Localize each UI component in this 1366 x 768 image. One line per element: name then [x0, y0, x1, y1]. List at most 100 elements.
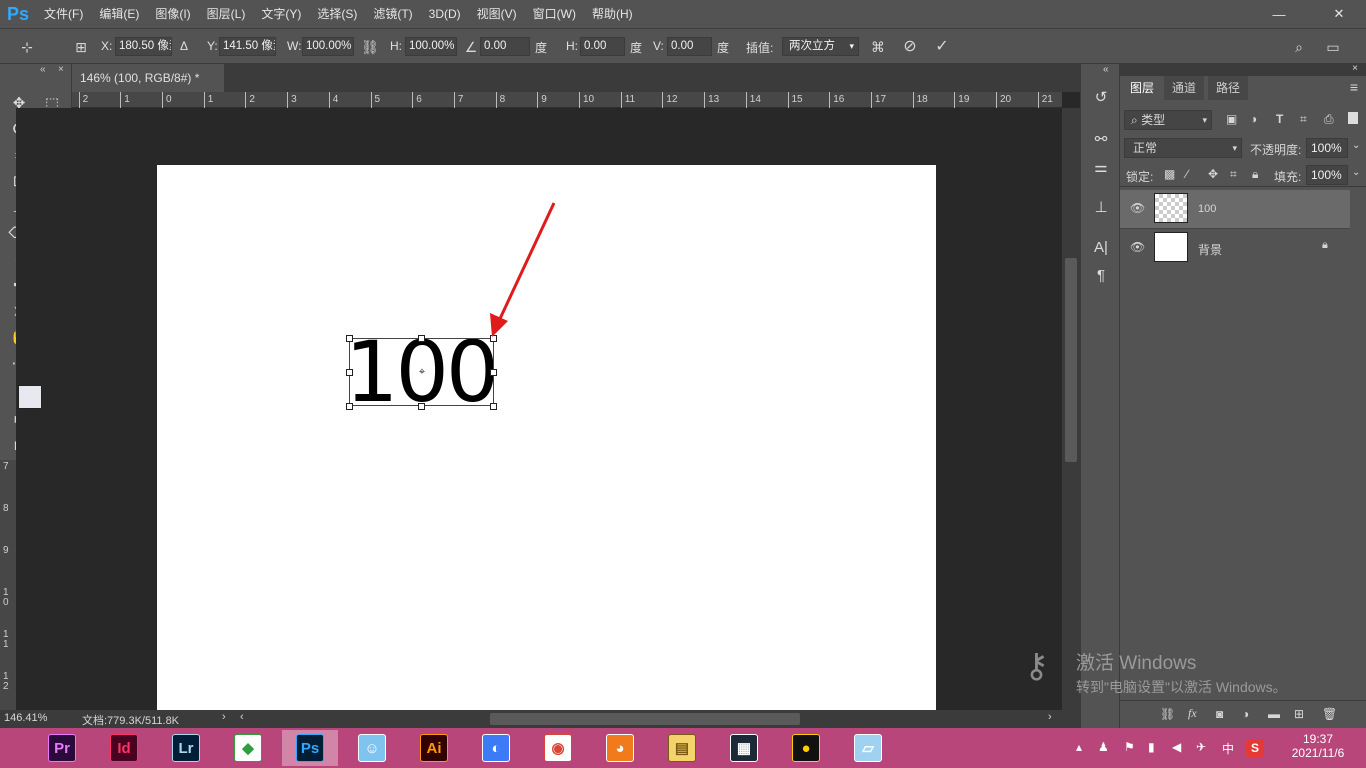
- tab-layers[interactable]: 图层: [1122, 76, 1163, 100]
- qq-tray-icon[interactable]: ♟: [1098, 740, 1109, 754]
- angle-field[interactable]: 0.00: [480, 37, 530, 56]
- taskbar-app-1[interactable]: Id: [96, 730, 152, 766]
- minimize-button[interactable]: —: [1256, 0, 1302, 28]
- battery-tray-icon[interactable]: ▮: [1148, 740, 1155, 754]
- taskbar-app-10[interactable]: ▤: [654, 730, 710, 766]
- menu-image[interactable]: 图像(I): [147, 0, 198, 28]
- menu-3d[interactable]: 3D(D): [421, 0, 469, 28]
- flag-tray-icon[interactable]: ⚑: [1124, 740, 1135, 754]
- filter-pixel-icon[interactable]: ▣: [1226, 112, 1237, 126]
- taskbar-app-12[interactable]: ●: [778, 730, 834, 766]
- collapse-dock-icon[interactable]: «: [1103, 64, 1109, 75]
- fill-field[interactable]: 100%: [1306, 165, 1348, 185]
- transform-handle[interactable]: [346, 403, 353, 410]
- chevron-right-icon[interactable]: ›: [222, 711, 226, 723]
- lock-all-icon[interactable]: 🔒︎: [1252, 167, 1258, 182]
- commit-transform-icon[interactable]: ✓: [933, 38, 951, 56]
- reference-point-icon[interactable]: ⊞: [72, 38, 90, 56]
- menu-help[interactable]: 帮助(H): [584, 0, 641, 28]
- taskbar-app-8[interactable]: ◉: [530, 730, 586, 766]
- trash-icon[interactable]: 🗑︎: [1322, 707, 1337, 721]
- eye-icon[interactable]: 👁︎: [1130, 201, 1145, 215]
- taskbar-app-9[interactable]: ◕: [592, 730, 648, 766]
- close-button[interactable]: ✕: [1316, 0, 1362, 28]
- tab-channels[interactable]: 通道: [1164, 76, 1205, 100]
- sogou-ime-icon[interactable]: S: [1246, 739, 1264, 757]
- filter-toggle-icon[interactable]: [1348, 112, 1358, 124]
- menu-filter[interactable]: 滤镜(T): [365, 0, 420, 28]
- reference-point-icon[interactable]: ⌖: [416, 366, 428, 378]
- menu-select[interactable]: 选择(S): [309, 0, 365, 28]
- cancel-transform-icon[interactable]: ⊘: [901, 38, 919, 56]
- new-layer-icon[interactable]: ⊞: [1294, 707, 1304, 721]
- brush-panel-icon[interactable]: ⚯: [1088, 128, 1114, 152]
- filter-smart-icon[interactable]: ⎙: [1324, 112, 1334, 127]
- chevron-down-icon[interactable]: ⌄: [1352, 140, 1360, 151]
- collapse-icon[interactable]: «: [40, 64, 46, 75]
- character-panel-icon[interactable]: A|: [1088, 236, 1114, 260]
- link-icon[interactable]: ⛓: [361, 38, 379, 56]
- menu-type[interactable]: 文字(Y): [253, 0, 309, 28]
- layer-row-100[interactable]: 👁︎ 100: [1120, 190, 1350, 228]
- fx-icon[interactable]: fx: [1188, 706, 1197, 721]
- opacity-field[interactable]: 100%: [1306, 138, 1348, 158]
- lock-position-icon[interactable]: ✥: [1208, 167, 1218, 181]
- hskew-field[interactable]: 0.00: [580, 37, 625, 56]
- menu-layer[interactable]: 图层(L): [199, 0, 254, 28]
- relative-position-icon[interactable]: Δ: [180, 39, 188, 53]
- transform-handle[interactable]: [346, 335, 353, 342]
- layer-filter-select[interactable]: ⌕ 类型 ▾: [1124, 110, 1212, 130]
- eye-icon[interactable]: 👁︎: [1130, 240, 1145, 254]
- menu-file[interactable]: 文件(F): [36, 0, 91, 28]
- clone-source-panel-icon[interactable]: ⊥: [1088, 196, 1114, 220]
- transform-tool-icon[interactable]: ⊹: [18, 38, 36, 56]
- transform-handle[interactable]: [418, 335, 425, 342]
- taskbar-app-6[interactable]: Ai: [406, 730, 462, 766]
- add-mask-icon[interactable]: ◙: [1216, 707, 1223, 721]
- taskbar-app-2[interactable]: Lr: [158, 730, 214, 766]
- transform-handle[interactable]: [490, 369, 497, 376]
- interpolation-select[interactable]: 两次立方 ▾: [782, 37, 859, 56]
- layer-name[interactable]: 100: [1198, 203, 1216, 215]
- volume-tray-icon[interactable]: ◀︎: [1172, 740, 1181, 754]
- taskbar-app-4[interactable]: Ps: [282, 730, 338, 766]
- workspace-icon[interactable]: ▭: [1324, 38, 1342, 56]
- w-field[interactable]: 100.00%: [302, 37, 354, 56]
- airplane-mode-icon[interactable]: ✈: [1196, 740, 1206, 754]
- x-field[interactable]: 180.50 像素: [115, 37, 172, 56]
- lock-transparent-icon[interactable]: ▩: [1164, 167, 1175, 181]
- taskbar-app-11[interactable]: ▦: [716, 730, 772, 766]
- scroll-left-icon[interactable]: ‹: [240, 711, 244, 723]
- adjustment-layer-icon[interactable]: ◑: [1242, 707, 1249, 721]
- layer-name[interactable]: 背景: [1198, 241, 1222, 258]
- close-panel-icon[interactable]: ×: [1352, 63, 1358, 74]
- transform-handle[interactable]: [346, 369, 353, 376]
- taskbar-app-5[interactable]: ☺: [344, 730, 400, 766]
- document-tab[interactable]: 146% (100, RGB/8#) *: [72, 64, 224, 92]
- menu-view[interactable]: 视图(V): [469, 0, 525, 28]
- horizontal-scroll-thumb[interactable]: [490, 713, 800, 725]
- transform-handle[interactable]: [418, 403, 425, 410]
- tab-paths[interactable]: 路径: [1208, 76, 1249, 100]
- chevron-down-icon[interactable]: ⌄: [1352, 167, 1360, 178]
- taskbar-app-3[interactable]: ◆: [220, 730, 276, 766]
- filter-adjustment-icon[interactable]: ◑: [1250, 112, 1257, 126]
- search-icon[interactable]: ⌕: [1290, 38, 1308, 56]
- lock-artboard-icon[interactable]: ⌗: [1230, 167, 1237, 182]
- paragraph-panel-icon[interactable]: ¶: [1088, 264, 1114, 288]
- layer-row-background[interactable]: 👁︎ 背景 🔒︎: [1120, 228, 1350, 266]
- new-group-icon[interactable]: ▬: [1268, 707, 1280, 721]
- filter-type-icon[interactable]: T: [1276, 112, 1283, 126]
- show-hidden-icons[interactable]: ▴: [1076, 740, 1082, 754]
- clock[interactable]: 19:37 2021/11/6: [1288, 732, 1348, 760]
- taskbar-app-7[interactable]: ◐: [468, 730, 524, 766]
- y-field[interactable]: 141.50 像素: [219, 37, 276, 56]
- menu-window[interactable]: 窗口(W): [525, 0, 584, 28]
- filter-shape-icon[interactable]: ⌗: [1300, 112, 1307, 127]
- panel-menu-icon[interactable]: ≡: [1350, 79, 1358, 95]
- taskbar-app-0[interactable]: Pr: [34, 730, 90, 766]
- vertical-scroll-thumb[interactable]: [1065, 258, 1077, 462]
- warp-icon[interactable]: ⌘: [869, 38, 887, 56]
- adjustments-panel-icon[interactable]: ⚌: [1088, 156, 1114, 180]
- lock-image-icon[interactable]: ∕: [1186, 167, 1188, 181]
